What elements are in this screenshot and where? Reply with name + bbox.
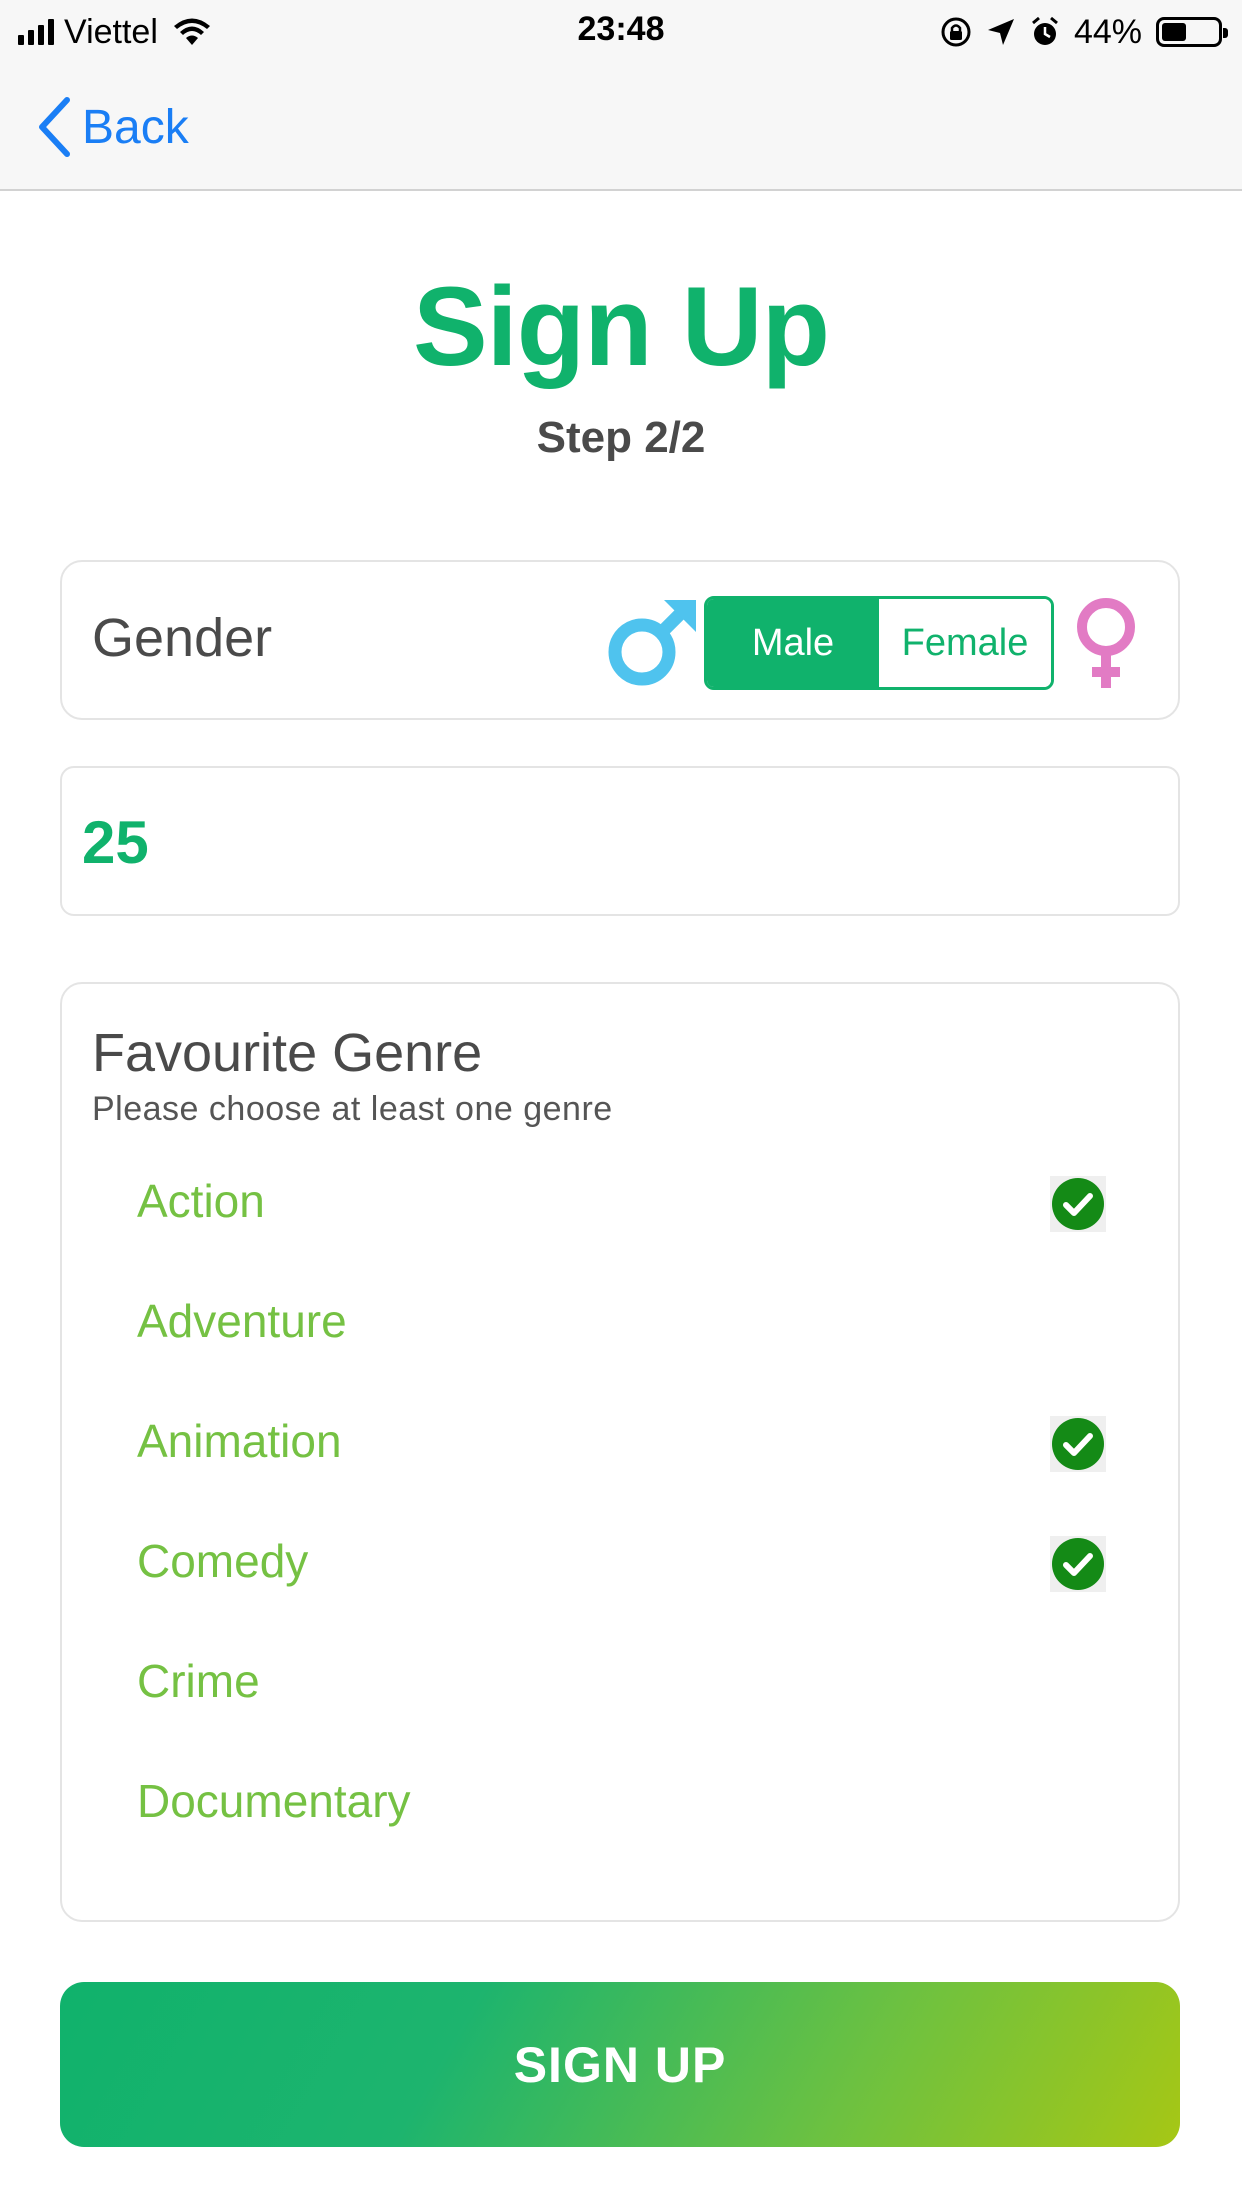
- genre-label: Action: [137, 1175, 265, 1227]
- back-label: Back: [82, 100, 189, 154]
- genre-item[interactable]: Action: [62, 1144, 1178, 1264]
- back-button[interactable]: Back: [36, 94, 189, 160]
- genre-label: Crime: [137, 1655, 260, 1707]
- checkmark-icon: [1050, 1536, 1106, 1592]
- genre-item[interactable]: Animation: [62, 1384, 1178, 1504]
- genre-label: Comedy: [137, 1535, 309, 1587]
- genre-item[interactable]: Comedy: [62, 1504, 1178, 1624]
- checkmark-icon: [1050, 1176, 1106, 1232]
- genre-item[interactable]: Crime: [62, 1624, 1178, 1744]
- genre-label: Animation: [137, 1415, 342, 1467]
- battery-percent: 44%: [1073, 12, 1142, 51]
- status-right: 44%: [940, 10, 1228, 54]
- age-field[interactable]: 25: [60, 766, 1180, 916]
- genre-list: Action Adventure Animation Comedy Crime Docum…: [62, 1144, 1178, 1864]
- gender-option-female[interactable]: Female: [879, 599, 1051, 687]
- male-symbol-icon: [608, 600, 696, 686]
- genre-section-title: Favourite Genre: [92, 1023, 483, 1083]
- gender-option-male[interactable]: Male: [707, 599, 879, 687]
- age-value: 25: [82, 809, 149, 876]
- location-icon: [987, 19, 1014, 45]
- status-bar: Viettel 23:48 44%: [0, 0, 1242, 64]
- chevron-left-icon: [39, 97, 70, 157]
- orientation-lock-icon: [941, 17, 971, 47]
- battery-icon: [1156, 17, 1228, 47]
- gender-label: Gender: [92, 608, 273, 668]
- favourite-genre-card: Favourite Genre Please choose at least o…: [60, 982, 1180, 1922]
- checkmark-icon: [1050, 1416, 1106, 1472]
- sign-up-label: SIGN UP: [513, 2036, 727, 2093]
- genre-label: Adventure: [137, 1295, 347, 1347]
- sign-up-button[interactable]: SIGN UP: [60, 1982, 1180, 2147]
- genre-item[interactable]: Adventure: [62, 1264, 1178, 1384]
- genre-item[interactable]: Documentary: [62, 1744, 1178, 1864]
- genre-label: Documentary: [137, 1775, 411, 1827]
- battery-fill: [1162, 23, 1186, 41]
- navigation-bar: Back: [0, 64, 1242, 191]
- gender-segmented-control: Male Female: [704, 596, 1054, 690]
- step-indicator: Step 2/2: [536, 413, 706, 462]
- page-title: Sign Up: [412, 264, 830, 389]
- gender-card: Gender Male Female: [60, 560, 1180, 720]
- female-symbol-icon: [1077, 598, 1135, 688]
- alarm-icon: [1031, 16, 1058, 45]
- genre-hint: Please choose at least one genre: [92, 1090, 613, 1128]
